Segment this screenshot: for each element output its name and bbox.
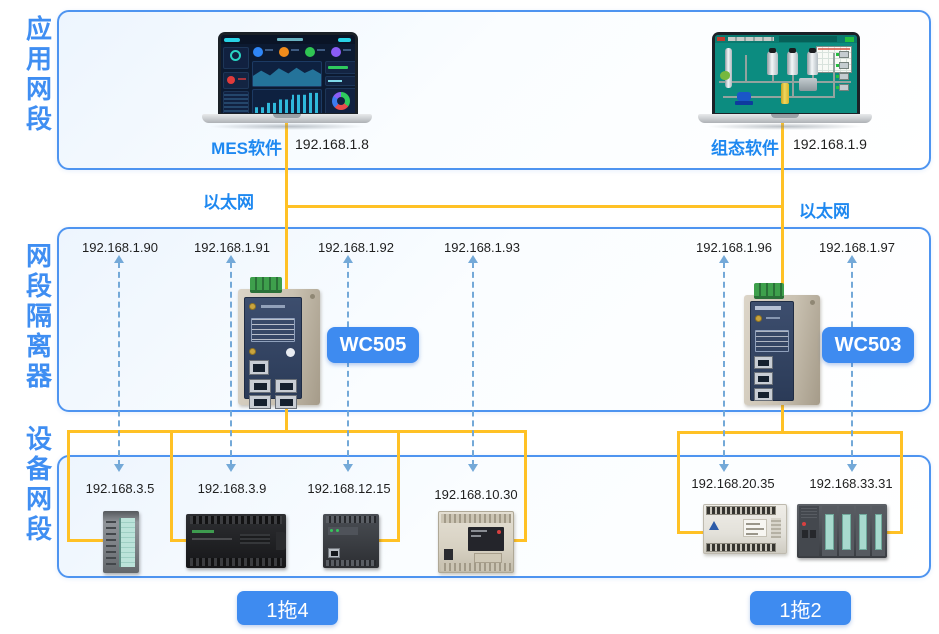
arrow-up-icon <box>226 255 236 263</box>
mes-dashboard-image <box>221 35 355 113</box>
device-ip-2: 192.168.3.9 <box>185 481 279 496</box>
wc503-virtual-ip-1: 192.168.1.96 <box>687 240 781 255</box>
right-device-bus <box>677 431 903 434</box>
ethernet-label-right: 以太网 <box>799 197 850 222</box>
arrow-down-icon <box>847 464 857 472</box>
scada-laptop <box>698 30 872 128</box>
device-segment-label: 设备网段 <box>24 424 54 544</box>
arrow-up-icon <box>343 255 353 263</box>
left-bus-drop-2 <box>170 430 173 542</box>
mapping-dash-4 <box>472 262 474 466</box>
wc505-virtual-ip-1: 192.168.1.90 <box>73 240 167 255</box>
mapping-dash-5 <box>723 262 725 466</box>
scada-hmi-image <box>715 35 857 113</box>
arrow-up-icon <box>114 255 124 263</box>
network-topology-diagram: 应用网段 网段隔离器 设备网段 <box>0 0 939 634</box>
arrow-up-icon <box>847 255 857 263</box>
isolator-segment-label: 网段隔离器 <box>24 241 54 391</box>
arrow-down-icon <box>468 464 478 472</box>
ethernet-label-left: 以太网 <box>203 188 254 213</box>
left-bus-drop-3 <box>397 430 400 542</box>
mode-badge-right: 1拖2 <box>750 591 851 625</box>
plc-device-4-image <box>438 511 514 573</box>
device-ip-4: 192.168.10.30 <box>429 487 523 502</box>
mapping-dash-1 <box>118 262 120 466</box>
arrow-down-icon <box>719 464 729 472</box>
wc505-model-badge: WC505 <box>327 327 419 363</box>
plc-device-6-image <box>797 504 887 558</box>
scada-laptop-screen <box>712 32 860 115</box>
mes-laptop <box>202 30 372 128</box>
device-ip-1: 192.168.3.5 <box>73 481 167 496</box>
plc-device-1-image <box>103 511 139 573</box>
wc505-virtual-ip-2: 192.168.1.91 <box>185 240 279 255</box>
plc-device-5-image <box>703 504 787 554</box>
wc505-virtual-ip-4: 192.168.1.93 <box>435 240 529 255</box>
plc-device-2-image <box>186 514 286 568</box>
left-device-bus <box>67 430 527 433</box>
wc503-virtual-ip-2: 192.168.1.97 <box>810 240 904 255</box>
scada-ip-label: 192.168.1.9 <box>793 136 867 152</box>
wc505-virtual-ip-3: 192.168.1.92 <box>309 240 403 255</box>
mes-laptop-base <box>202 114 372 123</box>
application-segment-label: 应用网段 <box>24 14 54 134</box>
scada-laptop-base <box>698 114 872 123</box>
mode-badge-left: 1拖4 <box>237 591 338 625</box>
left-bus-stub-1 <box>67 539 107 542</box>
mapping-dash-2 <box>230 262 232 466</box>
arrow-up-icon <box>468 255 478 263</box>
right-bus-drop-1 <box>677 431 680 534</box>
right-bus-drop-2 <box>900 431 903 534</box>
scada-software-label: 组态软件 <box>693 134 779 159</box>
wc503-device-image <box>744 283 824 408</box>
arrow-up-icon <box>719 255 729 263</box>
wc505-device-image <box>236 277 324 407</box>
left-bus-stub-3 <box>377 539 400 542</box>
left-bus-drop-4 <box>524 430 527 542</box>
device-ip-5: 192.168.20.35 <box>686 476 780 491</box>
arrow-down-icon <box>114 464 124 472</box>
plc-device-3-image <box>323 514 379 568</box>
arrow-down-icon <box>343 464 353 472</box>
left-bus-drop-1 <box>67 430 70 542</box>
device-ip-6: 192.168.33.31 <box>804 476 898 491</box>
device-ip-3: 192.168.12.15 <box>302 481 396 496</box>
arrow-down-icon <box>226 464 236 472</box>
mapping-dash-6 <box>851 262 853 466</box>
mapping-dash-3 <box>347 262 349 466</box>
mes-ip-label: 192.168.1.8 <box>295 136 369 152</box>
mes-software-label: MES软件 <box>196 134 282 159</box>
wc503-model-badge: WC503 <box>822 327 914 363</box>
ethernet-line-horizontal <box>286 205 783 208</box>
mes-laptop-screen <box>218 32 358 115</box>
